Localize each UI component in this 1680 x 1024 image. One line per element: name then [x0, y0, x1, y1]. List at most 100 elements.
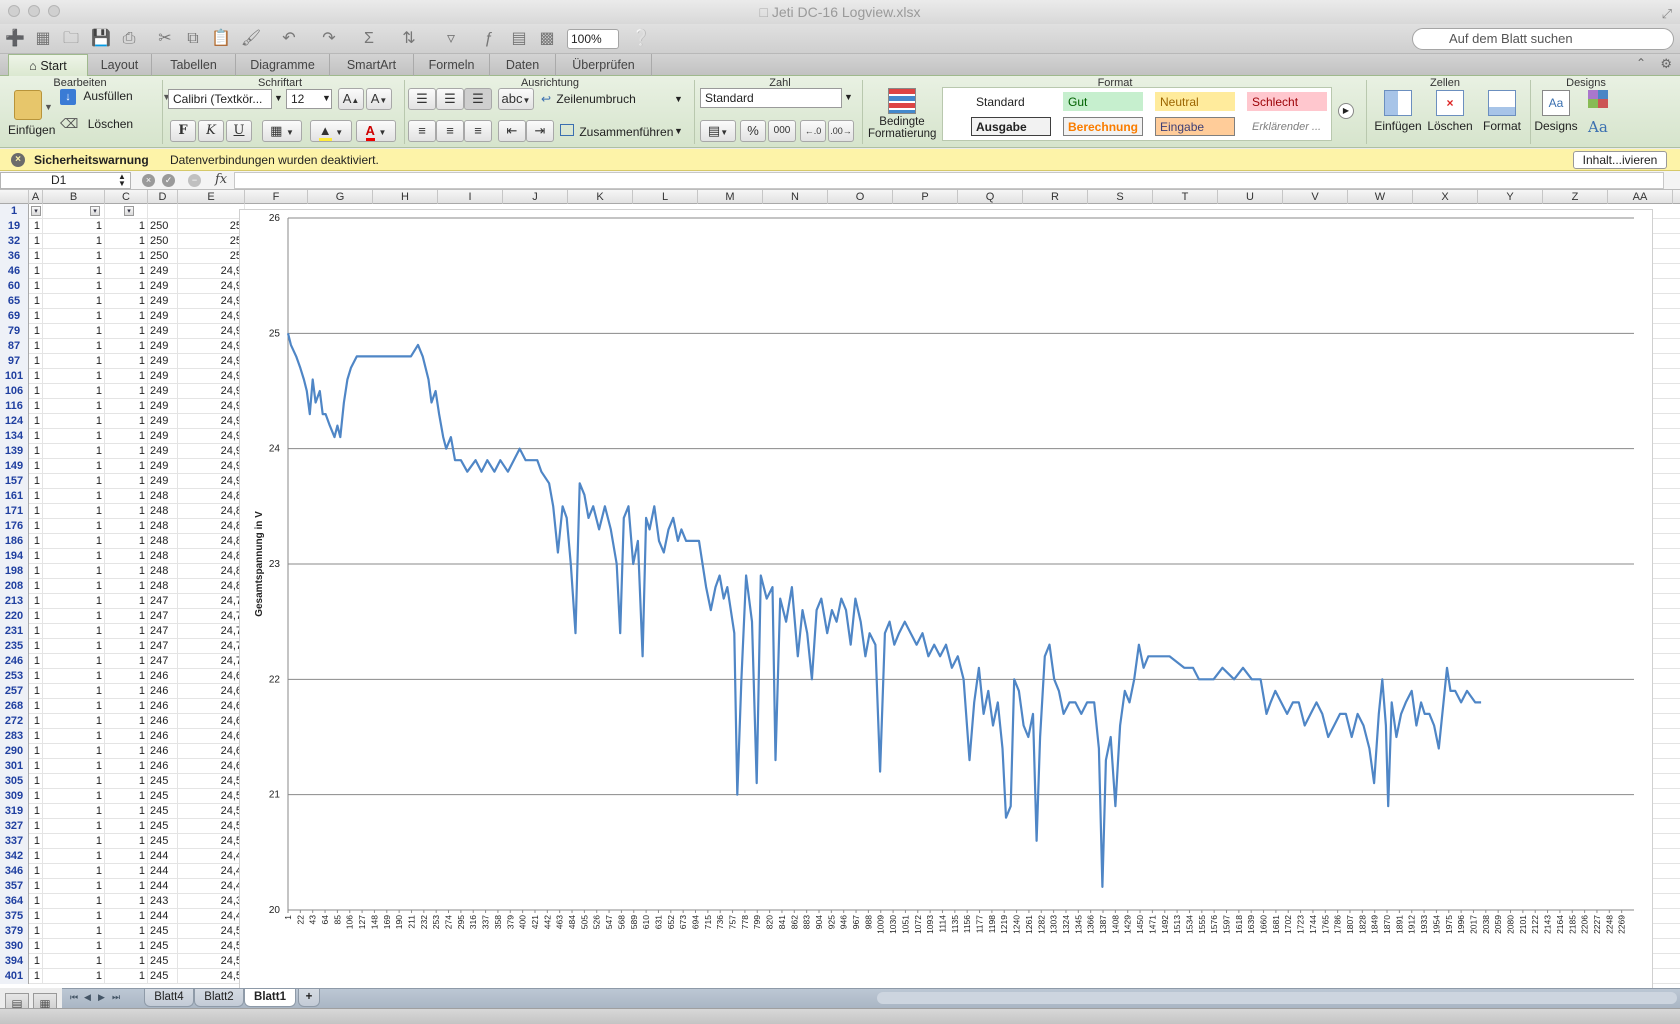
cell-d[interactable]: 248 — [148, 534, 178, 549]
cell-b[interactable]: 1 — [43, 819, 105, 834]
cell-d[interactable]: 250 — [148, 219, 178, 234]
cell-d[interactable]: 244 — [148, 849, 178, 864]
cell-a[interactable]: 1 — [29, 264, 43, 279]
cell-a[interactable]: 1 — [29, 249, 43, 264]
style-eingabe[interactable]: Eingabe — [1155, 117, 1235, 136]
cell-e[interactable]: 24,9 — [178, 279, 245, 294]
cell-a[interactable]: 1 — [29, 294, 43, 309]
cell-d[interactable]: 250 — [148, 249, 178, 264]
row-header[interactable]: 116 — [0, 399, 29, 414]
cell-b[interactable]: 1 — [43, 459, 105, 474]
cell-c[interactable]: 1 — [105, 429, 148, 444]
cell-e[interactable]: 24,3 — [178, 894, 245, 909]
cell-b[interactable]: 1 — [43, 564, 105, 579]
fill-color-button[interactable]: ▲ ▼ — [310, 120, 352, 142]
cell-b[interactable]: 1 — [43, 924, 105, 939]
style-berechnung[interactable]: Berechnung — [1063, 117, 1143, 136]
cell-e[interactable]: 24,4 — [178, 879, 245, 894]
cell-b[interactable]: 1 — [43, 609, 105, 624]
increase-font-button[interactable]: A▲ — [338, 88, 364, 110]
cell-a[interactable]: 1 — [29, 279, 43, 294]
cell-d[interactable]: 249 — [148, 459, 178, 474]
column-header[interactable]: O — [828, 190, 893, 204]
cell-d[interactable]: 249 — [148, 369, 178, 384]
cell-b[interactable]: 1 — [43, 714, 105, 729]
cell-a[interactable]: 1 — [29, 549, 43, 564]
cell-e[interactable]: 24,5 — [178, 774, 245, 789]
open-icon[interactable]: 🗀 — [60, 28, 82, 50]
cell-b[interactable]: 1 — [43, 489, 105, 504]
row-header[interactable]: 327 — [0, 819, 29, 834]
collapse-ribbon-icon[interactable]: ⌃ — [1636, 56, 1646, 70]
cell-c[interactable]: 1 — [105, 444, 148, 459]
cell-e[interactable]: 24,4 — [178, 864, 245, 879]
cell-c[interactable]: 1 — [105, 744, 148, 759]
cell-b[interactable]: 1 — [43, 369, 105, 384]
cell-d[interactable]: 245 — [148, 939, 178, 954]
cell-a[interactable]: 1 — [29, 684, 43, 699]
print-icon[interactable]: ⎙ — [118, 28, 140, 50]
increase-decimal-button[interactable]: ←.0 — [800, 120, 826, 142]
cell-d[interactable]: 249 — [148, 324, 178, 339]
cell-a[interactable]: 1 — [29, 819, 43, 834]
cell-b[interactable]: 1 — [43, 849, 105, 864]
redo-icon[interactable]: ↷ — [318, 28, 340, 50]
cell-a[interactable]: 1 — [29, 894, 43, 909]
cell-a[interactable]: 1 — [29, 909, 43, 924]
cell-e[interactable]: 24,8 — [178, 579, 245, 594]
cell-c[interactable]: 1 — [105, 669, 148, 684]
text-orientation-button[interactable]: abc▼ — [498, 88, 534, 110]
row-header[interactable]: 319 — [0, 804, 29, 819]
cell-b[interactable]: 1 — [43, 624, 105, 639]
column-header[interactable]: Z — [1543, 190, 1608, 204]
cell-b[interactable]: 1 — [43, 579, 105, 594]
cell-c[interactable]: 1 — [105, 774, 148, 789]
cell-b[interactable]: 1 — [43, 519, 105, 534]
toolbox-icon[interactable]: ▩ — [536, 28, 558, 50]
cell-c[interactable]: 1 — [105, 894, 148, 909]
cell-b[interactable]: 1 — [43, 744, 105, 759]
cell-b[interactable]: 1 — [43, 264, 105, 279]
close-window-button[interactable] — [8, 5, 20, 17]
fullscreen-icon[interactable]: ⤢ — [1662, 2, 1672, 26]
row-header[interactable]: 246 — [0, 654, 29, 669]
cell-a[interactable]: 1 — [29, 834, 43, 849]
column-header[interactable]: G — [308, 190, 373, 204]
function-icon[interactable]: ƒ — [478, 28, 500, 50]
cell-a[interactable]: 1 — [29, 429, 43, 444]
cell-e[interactable]: 24,9 — [178, 429, 245, 444]
horizontal-scrollbar[interactable] — [877, 992, 1677, 1004]
row-header[interactable]: 65 — [0, 294, 29, 309]
cell-a[interactable]: 1 — [29, 744, 43, 759]
cell-e[interactable]: 24,6 — [178, 669, 245, 684]
cell-a[interactable]: 1 — [29, 534, 43, 549]
sheet-tab-blatt2[interactable]: Blatt2 — [194, 989, 244, 1007]
row-header[interactable]: 176 — [0, 519, 29, 534]
cell-b[interactable]: 1 — [43, 834, 105, 849]
insert-cells-button[interactable]: Einfügen — [1374, 90, 1422, 133]
currency-button[interactable]: ▤▼ — [700, 120, 736, 142]
cell-d[interactable]: 249 — [148, 309, 178, 324]
cell-c[interactable]: 1 — [105, 519, 148, 534]
cell-e[interactable]: 24,5 — [178, 954, 245, 969]
tab-tabellen[interactable]: Tabellen — [152, 54, 236, 76]
cell-b[interactable]: 1 — [43, 639, 105, 654]
cell-c[interactable]: 1 — [105, 504, 148, 519]
row-header[interactable]: 46 — [0, 264, 29, 279]
cell-c[interactable]: 1 — [105, 924, 148, 939]
cell-a[interactable]: 1 — [29, 504, 43, 519]
column-header[interactable]: W — [1348, 190, 1413, 204]
column-header[interactable]: P — [893, 190, 958, 204]
align-top-button[interactable]: ☰ — [408, 88, 436, 110]
style-gut[interactable]: Gut — [1063, 92, 1143, 111]
cell-b[interactable]: 1 — [43, 309, 105, 324]
cell-e[interactable]: 24,5 — [178, 834, 245, 849]
row-header[interactable]: 97 — [0, 354, 29, 369]
cell-b[interactable]: 1 — [43, 804, 105, 819]
row-header[interactable]: 36 — [0, 249, 29, 264]
cell-d[interactable]: 247 — [148, 609, 178, 624]
filter-button-c[interactable]: ▾ — [124, 206, 134, 216]
row-header[interactable]: 337 — [0, 834, 29, 849]
name-box-stepper-icon[interactable]: ▲ ▼ — [118, 173, 126, 188]
align-left-button[interactable]: ≡ — [408, 120, 436, 142]
